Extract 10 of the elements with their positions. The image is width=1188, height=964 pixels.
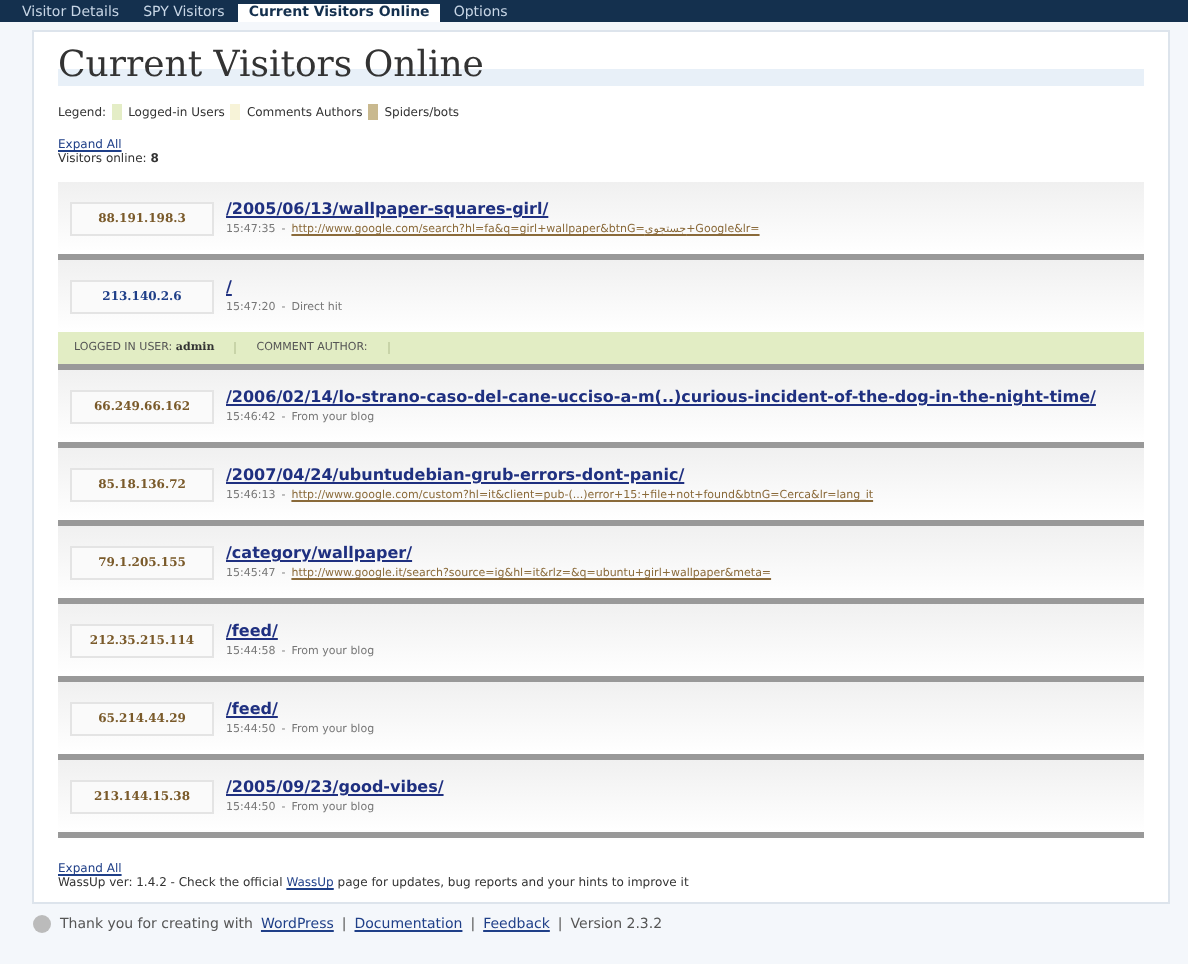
page-link[interactable]: /feed/	[226, 700, 278, 718]
page-link[interactable]: /2005/06/13/wallpaper-squares-girl/	[226, 200, 549, 218]
page-link[interactable]: /2007/04/24/ubuntudebian-grub-errors-dont-panic/	[226, 466, 685, 484]
logo-icon	[32, 914, 52, 934]
page-link[interactable]: /category/wallpaper/	[226, 544, 413, 562]
page-link[interactable]: /2006/02/14/lo-strano-caso-del-cane-ucciso-a-m(..)curious-incident-of-the-dog-in-the-night-time/	[226, 388, 1096, 406]
page-link[interactable]: /feed/	[226, 622, 278, 640]
page-link[interactable]: /	[226, 278, 232, 296]
page-link[interactable]: /2005/09/23/good-vibes/	[226, 778, 444, 796]
page-title: Current Visitors Online	[58, 44, 1144, 86]
